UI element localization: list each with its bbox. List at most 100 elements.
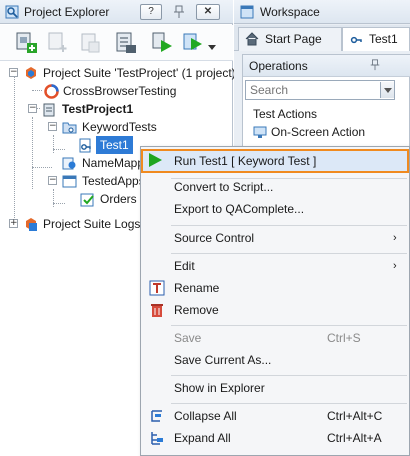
menu-item-label: Save Current As... [174, 353, 272, 367]
crossbrowsertesting-icon [44, 84, 59, 99]
project-explorer-icon [5, 5, 19, 19]
panel-title: Workspace [260, 5, 320, 19]
menu-item-convert-to-script[interactable]: Convert to Script... [143, 176, 407, 198]
collapse-toggle[interactable]: − [48, 122, 57, 131]
run-test-icon[interactable] [182, 31, 206, 55]
operations-search-input[interactable] [246, 81, 376, 99]
tree-node-label: Orders [100, 192, 137, 206]
workspace-titlebar: Workspace [234, 0, 410, 24]
menu-item-shortcut: Ctrl+Alt+A [327, 431, 382, 445]
tree-node-label: Test1 [96, 136, 133, 154]
tree-node-label: CrossBrowserTesting [63, 84, 177, 98]
collapse-toggle[interactable]: − [9, 68, 18, 77]
menu-separator [171, 253, 407, 254]
menu-item-shortcut: Ctrl+S [327, 331, 361, 345]
workspace-icon [240, 5, 254, 19]
run-icon [149, 153, 162, 167]
tab-label: Start Page [265, 32, 322, 46]
tree-node-label: Project Suite 'TestProject' (1 project) [43, 66, 236, 80]
menu-item-show-in-explorer[interactable]: Show in Explorer [143, 377, 407, 399]
expand-all-icon [151, 432, 163, 445]
tree-node-label: TestedApps [82, 174, 145, 188]
menu-item-label: Run Test1 [ Keyword Test ] [174, 154, 317, 168]
context-menu: Run Test1 [ Keyword Test ] Convert to Sc… [140, 146, 410, 456]
tab-label: Test1 [369, 32, 398, 46]
properties-icon[interactable] [114, 31, 138, 55]
menu-item-run-test[interactable]: Run Test1 [ Keyword Test ] [141, 149, 409, 173]
menu-separator [171, 225, 407, 226]
tree-node-suite[interactable]: − Project Suite 'TestProject' (1 project… [0, 64, 236, 82]
tree-node-project[interactable]: − TestProject1 [0, 100, 233, 118]
menu-item-export-qacomplete[interactable]: Export to QAComplete... [143, 198, 407, 220]
tab-test1[interactable]: Test1 [342, 27, 410, 51]
project-suite-logs-icon [26, 218, 37, 231]
menu-item-edit[interactable]: Edit › [143, 255, 407, 277]
submenu-arrow-icon: › [393, 232, 397, 244]
collapse-toggle[interactable]: − [48, 176, 57, 185]
project-icon [43, 103, 55, 117]
menu-item-label: Convert to Script... [174, 180, 274, 194]
keyword-test-icon [350, 36, 362, 44]
pin-icon[interactable] [172, 5, 186, 19]
menu-item-save-current-as[interactable]: Save Current As... [143, 349, 407, 371]
name-mapping-icon [62, 157, 76, 170]
menu-item-label: Show in Explorer [174, 381, 265, 395]
tree-node-keywordtests[interactable]: − KeywordTests [0, 118, 233, 136]
menu-item-label: Edit [174, 259, 195, 273]
orders-app-icon [80, 193, 94, 207]
menu-item-source-control[interactable]: Source Control › [143, 227, 407, 249]
panel-title: Project Explorer [24, 5, 110, 19]
operations-item[interactable]: On-Screen Action [253, 123, 410, 141]
menu-item-label: Source Control [174, 231, 255, 245]
menu-item-expand-all[interactable]: Expand All Ctrl+Alt+A [143, 427, 407, 449]
search-dropdown-button[interactable] [380, 82, 394, 98]
menu-item-shortcut: Ctrl+Alt+C [327, 409, 383, 423]
keyword-tests-folder-icon [62, 122, 77, 134]
home-icon [245, 32, 259, 46]
menu-item-save[interactable]: Save Ctrl+S [143, 327, 407, 349]
rename-icon [149, 280, 165, 296]
menu-separator [171, 325, 407, 326]
collapse-all-icon [151, 410, 162, 422]
menu-item-label: Collapse All [174, 409, 237, 423]
menu-item-label: Remove [174, 303, 219, 317]
help-button[interactable]: ? [140, 4, 162, 20]
project-suite-icon [26, 67, 36, 79]
workspace-tabs: Start Page Test1 [234, 25, 410, 51]
menu-item-remove[interactable]: Remove [143, 299, 407, 321]
menu-item-label: Expand All [174, 431, 231, 445]
tested-apps-icon [62, 175, 77, 188]
menu-item-collapse-all[interactable]: Collapse All Ctrl+Alt+C [143, 405, 407, 427]
chevron-down-icon[interactable] [208, 45, 216, 51]
trash-icon [151, 304, 163, 317]
operations-search-box [245, 80, 395, 100]
run-project-icon[interactable] [150, 31, 174, 55]
tree-node-label: KeywordTests [82, 120, 157, 134]
operations-item-label: On-Screen Action [271, 125, 366, 139]
operations-category[interactable]: Test Actions [253, 105, 317, 123]
operations-header: Operations [243, 55, 410, 77]
chevron-down-icon [384, 88, 392, 93]
menu-separator [171, 375, 407, 376]
menu-item-label: Rename [174, 281, 220, 295]
remove-item-icon[interactable] [78, 31, 102, 55]
menu-separator [171, 403, 407, 404]
project-explorer-titlebar: Project Explorer ? ✕ [0, 0, 233, 24]
project-explorer-toolbar [0, 25, 233, 61]
submenu-arrow-icon: › [393, 260, 397, 272]
on-screen-action-icon [253, 126, 267, 138]
collapse-toggle[interactable]: − [28, 104, 37, 113]
menu-item-rename[interactable]: Rename [143, 277, 407, 299]
tree-node-crossbrowser[interactable]: CrossBrowserTesting [0, 82, 233, 100]
operations-title: Operations [249, 59, 308, 73]
add-existing-item-icon[interactable] [46, 31, 70, 55]
menu-item-label: Export to QAComplete... [174, 202, 305, 216]
tree-node-label: TestProject1 [62, 102, 134, 116]
tab-start-page[interactable]: Start Page [238, 27, 342, 51]
close-button[interactable]: ✕ [196, 4, 220, 20]
tree-node-label: Project Suite Logs [43, 217, 141, 231]
expand-toggle[interactable]: + [9, 219, 18, 228]
pin-icon[interactable] [369, 59, 381, 71]
add-new-item-icon[interactable] [14, 31, 38, 55]
keyword-test-icon [79, 138, 91, 153]
